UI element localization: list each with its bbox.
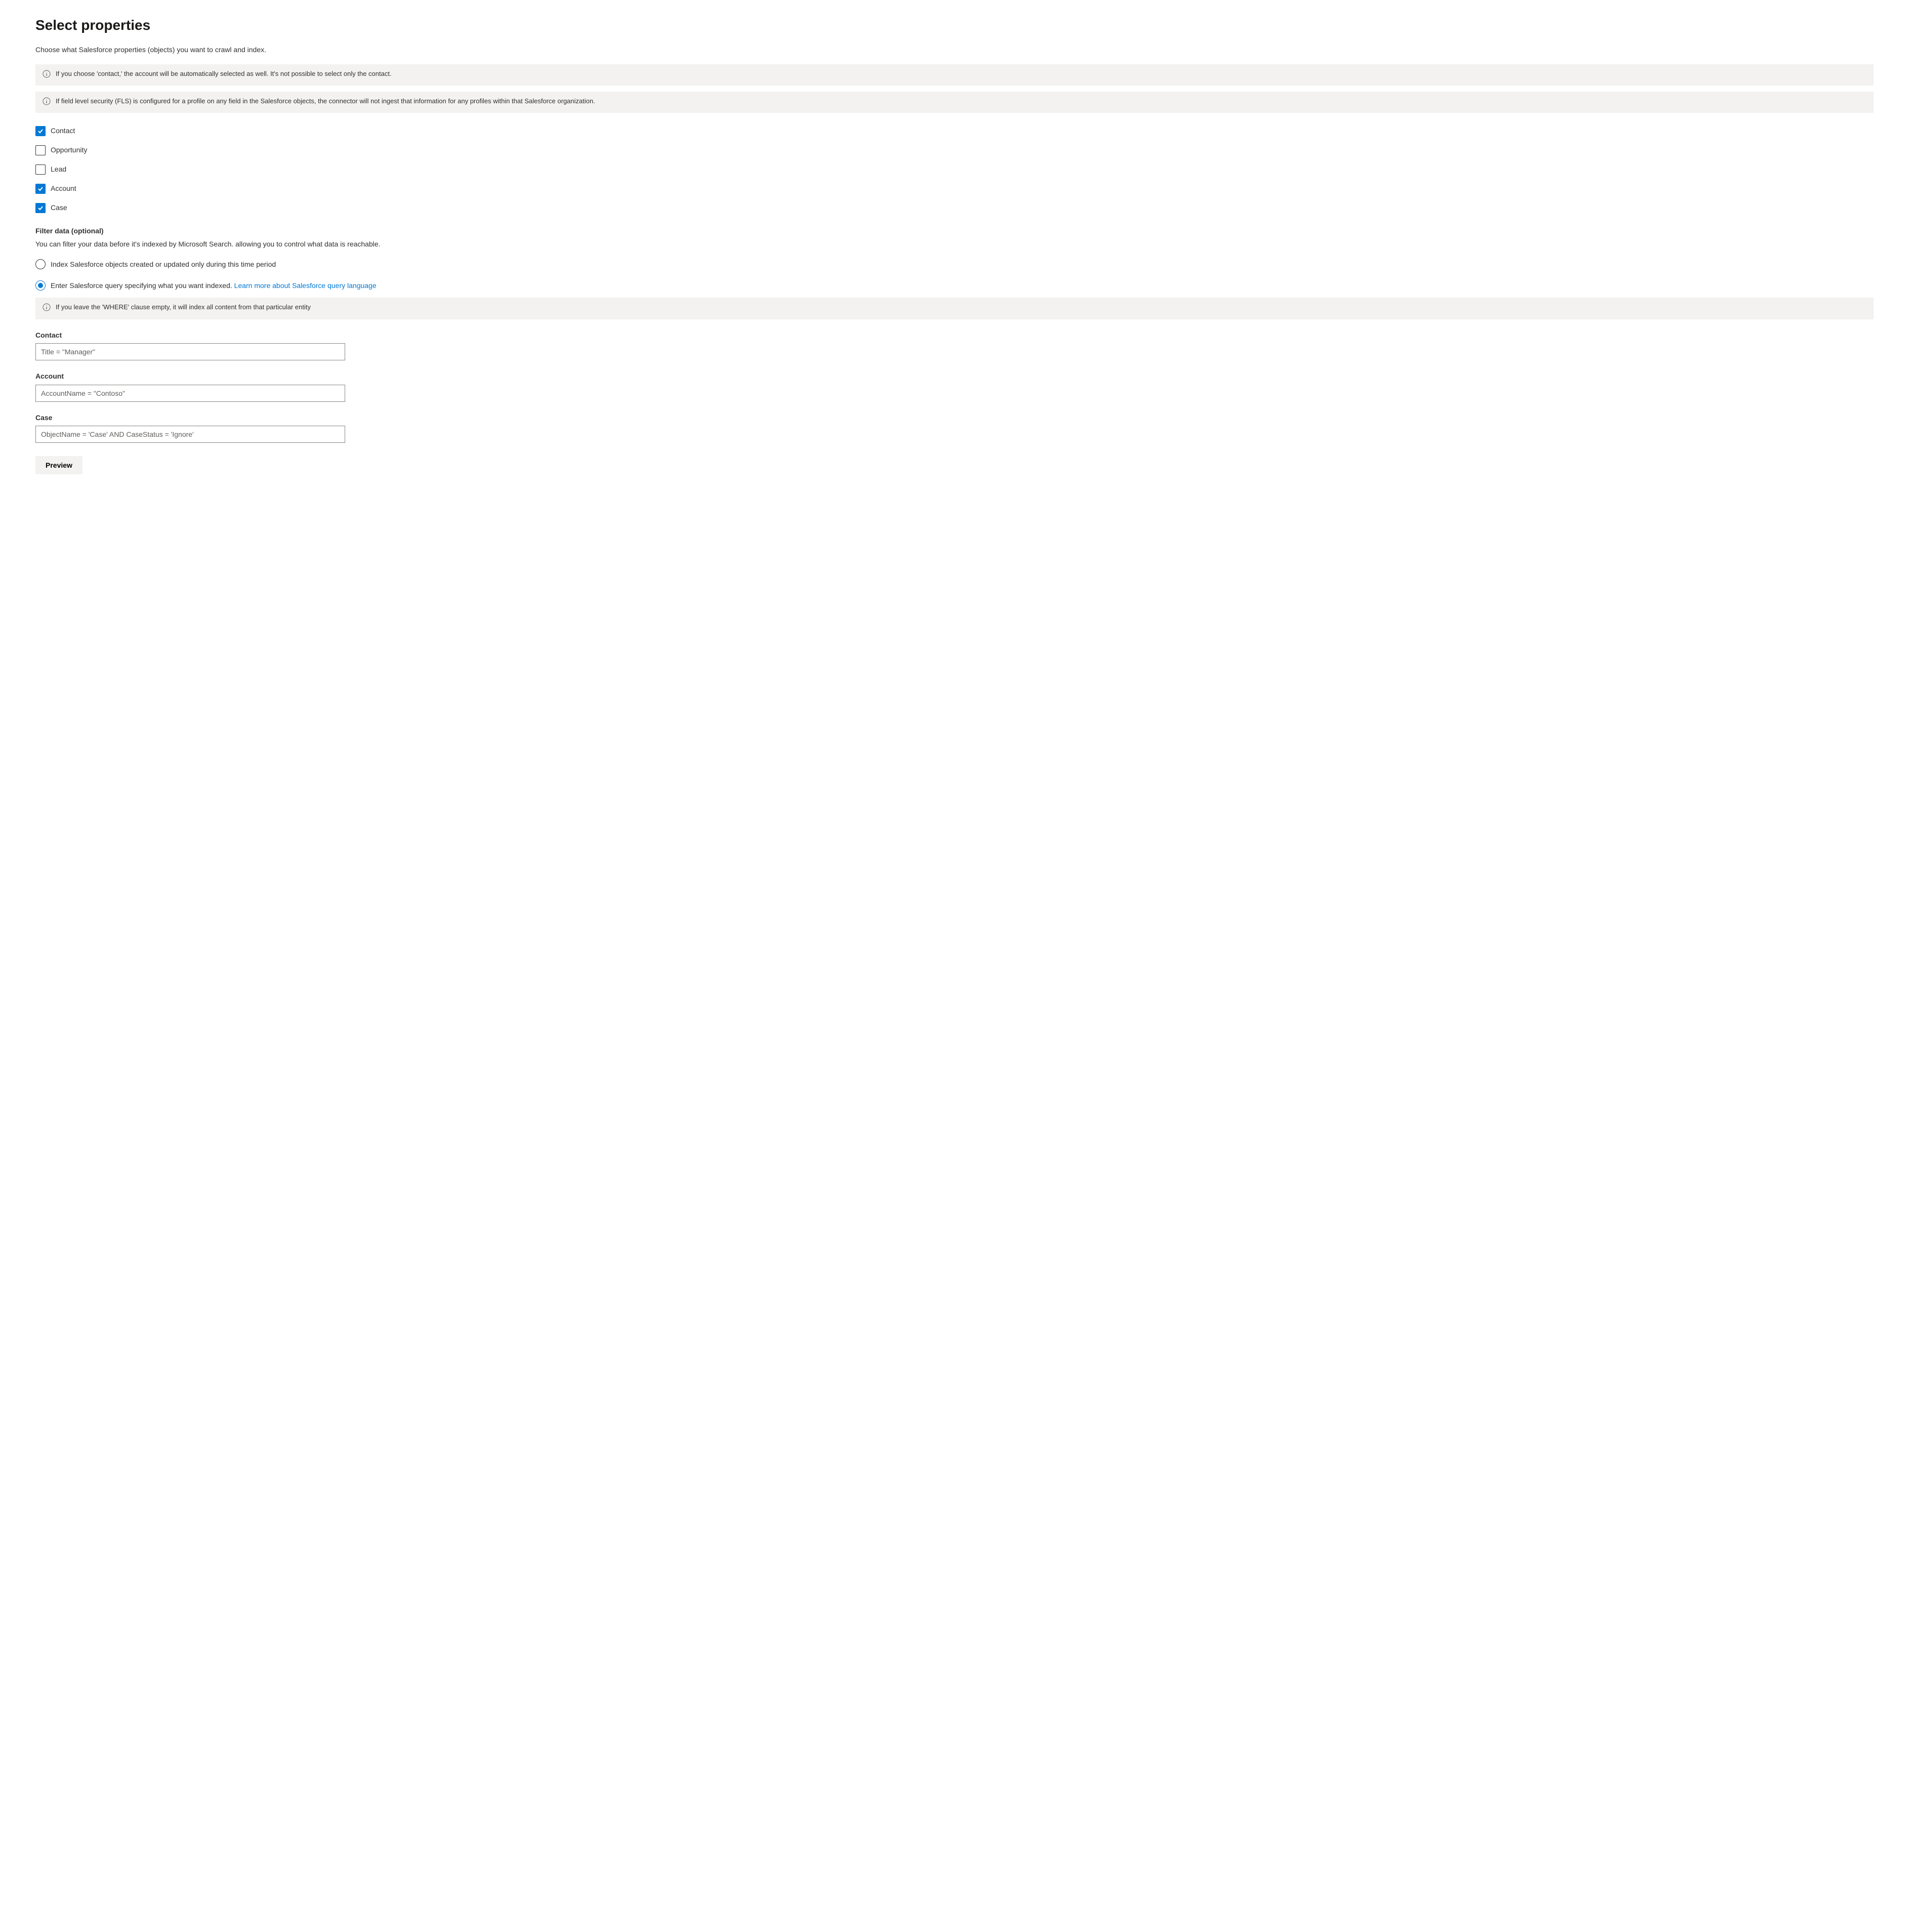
field-label: Case (35, 413, 1874, 423)
info-fls: If field level security (FLS) is configu… (35, 92, 1874, 113)
preview-button[interactable]: Preview (35, 456, 82, 474)
checkbox-label: Contact (51, 126, 75, 136)
page-title: Select properties (35, 15, 1874, 35)
radio-label: Index Salesforce objects created or upda… (51, 260, 276, 270)
info-text: If you choose 'contact,' the account wil… (56, 69, 1866, 78)
learn-more-link[interactable]: Learn more about Salesforce query langua… (234, 281, 377, 290)
case-query-group: Case (35, 413, 1874, 443)
properties-checkbox-list: Contact Opportunity Lead Account Case (35, 126, 1874, 213)
field-label: Account (35, 372, 1874, 382)
info-icon (43, 303, 51, 314)
radio-circle (35, 280, 46, 291)
checkbox-lead[interactable]: Lead (35, 165, 1874, 175)
info-text: If field level security (FLS) is configu… (56, 97, 1866, 106)
account-query-group: Account (35, 372, 1874, 402)
info-contact-auto: If you choose 'contact,' the account wil… (35, 64, 1874, 86)
info-text: If you leave the 'WHERE' clause empty, i… (56, 303, 1866, 312)
checkbox-box (35, 145, 46, 155)
filter-section-title: Filter data (optional) (35, 226, 1874, 236)
page-subtitle: Choose what Salesforce properties (objec… (35, 45, 1874, 55)
filter-section-desc: You can filter your data before it's ind… (35, 239, 1874, 250)
checkbox-box (35, 165, 46, 175)
case-query-input[interactable] (35, 426, 345, 443)
radio-circle (35, 259, 46, 269)
checkbox-account[interactable]: Account (35, 184, 1874, 194)
info-icon (43, 70, 51, 80)
radio-label-text: Enter Salesforce query specifying what y… (51, 281, 232, 290)
radio-label: Enter Salesforce query specifying what y… (51, 281, 377, 291)
checkbox-label: Case (51, 203, 67, 213)
checkbox-box (35, 126, 46, 136)
info-where-clause: If you leave the 'WHERE' clause empty, i… (35, 298, 1874, 319)
info-icon (43, 97, 51, 108)
checkbox-opportunity[interactable]: Opportunity (35, 145, 1874, 155)
field-label: Contact (35, 331, 1874, 341)
checkbox-contact[interactable]: Contact (35, 126, 1874, 136)
contact-query-input[interactable] (35, 343, 345, 360)
checkbox-box (35, 203, 46, 213)
contact-query-group: Contact (35, 331, 1874, 361)
checkbox-case[interactable]: Case (35, 203, 1874, 213)
checkbox-label: Opportunity (51, 145, 87, 155)
checkbox-label: Lead (51, 165, 66, 175)
checkbox-label: Account (51, 184, 76, 194)
checkbox-box (35, 184, 46, 194)
radio-salesforce-query[interactable]: Enter Salesforce query specifying what y… (35, 280, 1874, 291)
radio-time-period[interactable]: Index Salesforce objects created or upda… (35, 259, 1874, 269)
account-query-input[interactable] (35, 385, 345, 402)
